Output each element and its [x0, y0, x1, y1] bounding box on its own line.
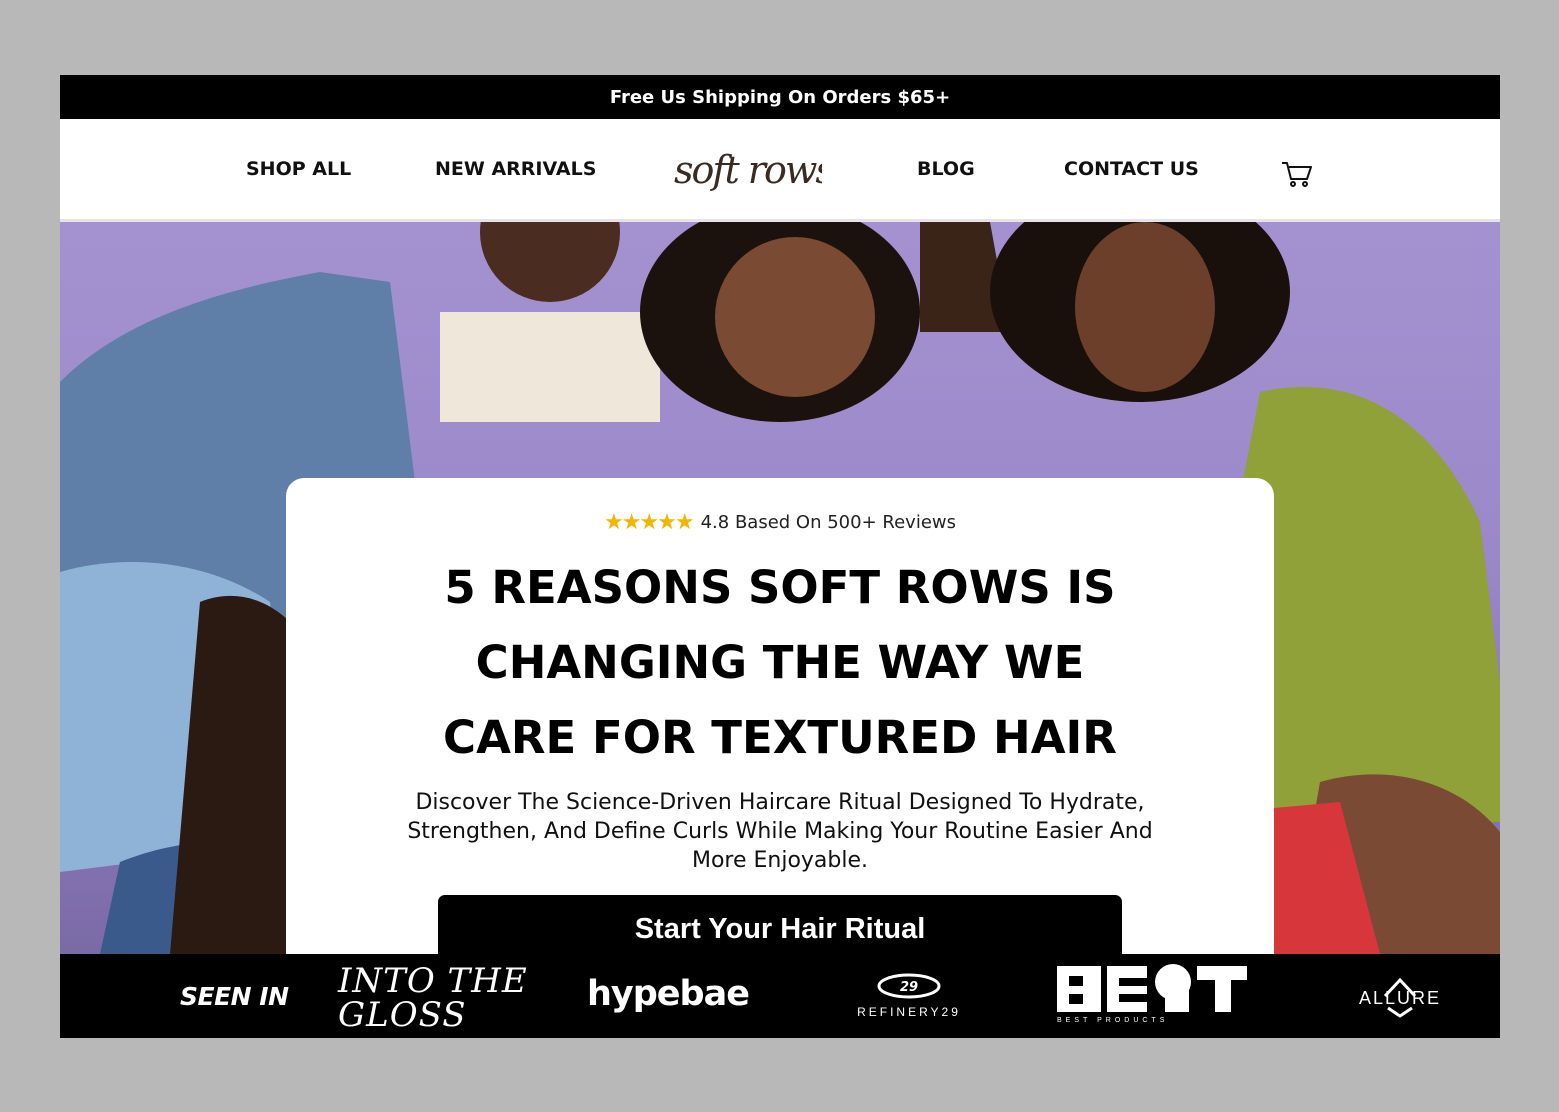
face-3 [1075, 222, 1215, 392]
page: Free Us Shipping On Orders $65+ SHOP ALL… [60, 75, 1500, 1038]
hypebae-logo: hypebae [587, 974, 750, 1014]
hero-subhead: Discover The Science-Driven Haircare Rit… [407, 790, 1153, 873]
nav-blog[interactable]: BLOG [917, 119, 975, 219]
start-hair-ritual-button[interactable]: Start Your Hair Ritual [438, 895, 1122, 954]
cart-icon[interactable] [1280, 159, 1314, 189]
star-rating-icon: ★★★★★ [603, 510, 695, 535]
logo-text: soft rows [674, 148, 822, 192]
best-products-text: BEST PRODUCTS [1057, 1017, 1168, 1024]
svg-text:29: 29 [900, 980, 918, 995]
announcement-bar: Free Us Shipping On Orders $65+ [60, 75, 1500, 119]
face-2 [715, 237, 875, 397]
face-1 [480, 222, 620, 302]
nav-shop-all[interactable]: SHOP ALL [246, 119, 351, 219]
refinery29-logo: 29 REFINERY29 [857, 973, 961, 1019]
refinery29-text: REFINERY29 [857, 1005, 961, 1019]
into-the-gloss-logo: INTO THE GLOSS [338, 961, 528, 1035]
rating-row: ★★★★★ 4.8 Based On 500+ Reviews [286, 510, 1274, 535]
main-nav: SHOP ALL NEW ARRIVALS soft rows BLOG CON… [60, 119, 1500, 222]
allure-text: ALLURE [1359, 988, 1441, 1008]
hero-headline: 5 REASONS SOFT ROWS IS CHANGING THE WAY … [443, 561, 1117, 764]
nav-new-arrivals[interactable]: NEW ARRIVALS [435, 119, 596, 219]
nav-contact-us[interactable]: CONTACT US [1064, 119, 1199, 219]
shirt [440, 312, 660, 422]
hero-card: ★★★★★ 4.8 Based On 500+ Reviews 5 REASON… [286, 478, 1274, 954]
hero-section: ★★★★★ 4.8 Based On 500+ Reviews 5 REASON… [60, 222, 1500, 954]
announcement-text: Free Us Shipping On Orders $65+ [609, 86, 951, 108]
seen-in-label: SEEN IN [180, 982, 289, 1011]
press-bar: SEEN IN INTO THE GLOSS hypebae 29 REFINE… [60, 954, 1500, 1038]
allure-logo: ALLURE [1359, 977, 1441, 1018]
best-products-logo: BEST PRODUCTS [1057, 964, 1247, 1024]
soft-rows-logo[interactable]: soft rows [672, 147, 822, 197]
rating-text: 4.8 Based On 500+ Reviews [700, 512, 956, 533]
